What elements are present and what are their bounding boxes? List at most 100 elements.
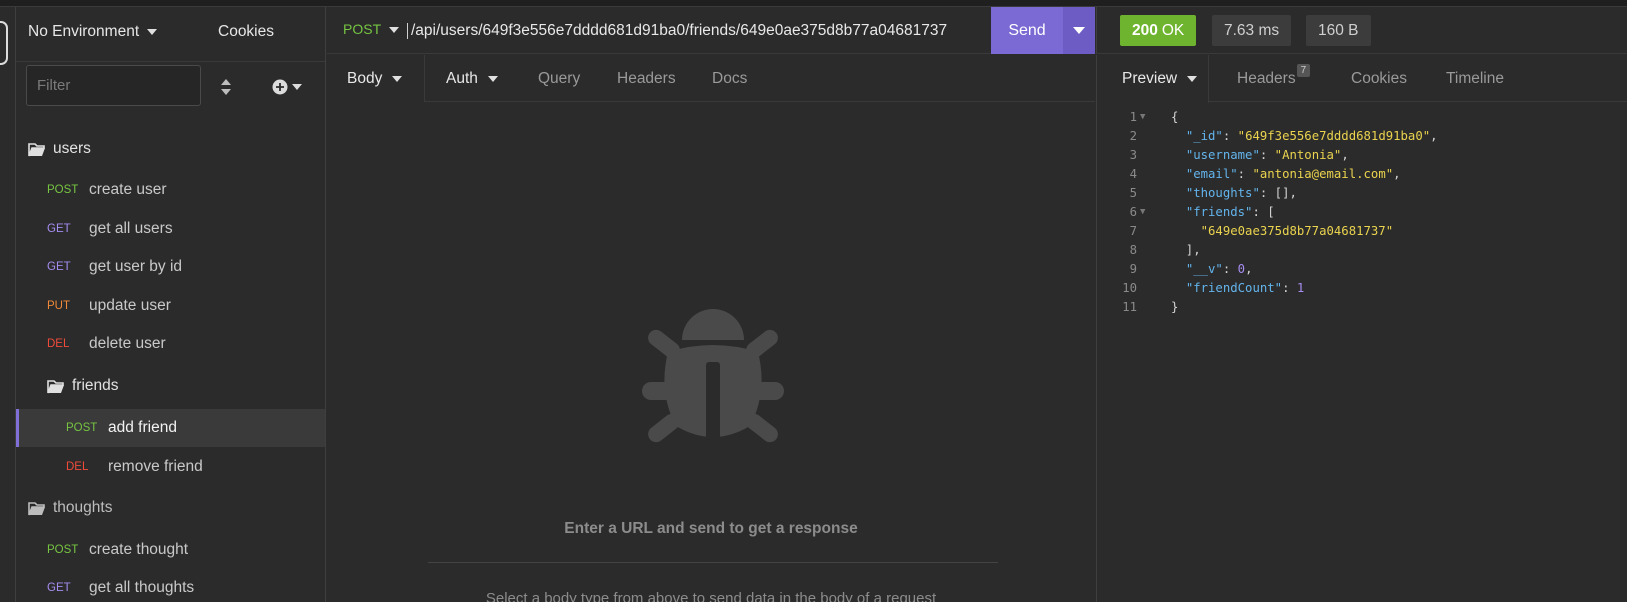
folder-friends[interactable]: friends (16, 367, 325, 405)
request-get-all-thoughts[interactable]: GET get all thoughts (16, 569, 325, 602)
chevron-down-icon (147, 28, 158, 35)
method-badge: DEL (66, 461, 89, 473)
method-badge: DEL (47, 338, 70, 350)
code-line: 3 "username": "Antonia", (1097, 148, 1627, 167)
tab-response-headers[interactable]: Headers 7 (1237, 55, 1311, 102)
filter-input[interactable] (26, 65, 201, 106)
empty-state-subtitle: Select a body type from above to send da… (485, 590, 937, 602)
window-top-border (0, 0, 1627, 7)
status-text: OK (1161, 21, 1185, 39)
add-dropdown-icon[interactable] (272, 78, 306, 96)
request-add-friend[interactable]: POST add friend (16, 409, 325, 447)
request-name: delete user (89, 335, 166, 352)
folder-thoughts[interactable]: thoughts (16, 489, 325, 527)
status-badge: 200 OK (1120, 15, 1197, 46)
line-number: 11 (1122, 300, 1137, 314)
request-remove-friend[interactable]: DEL remove friend (16, 448, 325, 486)
tab-headers[interactable]: Headers (617, 55, 676, 102)
json-value-username: Antonia (1282, 148, 1334, 162)
method-badge: GET (47, 261, 71, 273)
tab-timeline[interactable]: Timeline (1446, 55, 1504, 102)
tab-label: Auth (446, 69, 478, 87)
request-tabs: Body Auth Query Headers Docs (327, 55, 1095, 103)
folder-open-icon (28, 142, 45, 156)
code-line: 9 "__v": 0, (1097, 262, 1627, 281)
response-tabs: Preview Headers 7 Cookies Timeline (1096, 55, 1627, 103)
request-name: get user by id (89, 258, 183, 275)
method-badge: POST (66, 422, 98, 434)
folder-users[interactable]: users (16, 130, 325, 168)
folder-open-icon (28, 501, 45, 515)
line-number: 10 (1122, 281, 1137, 295)
bug-icon (642, 309, 784, 443)
json-value-id: 649f3e556e7dddd681d91ba0 (1245, 129, 1423, 143)
line-number: 5 (1129, 186, 1137, 200)
folder-label: friends (72, 377, 119, 394)
tab-label: Headers (1237, 69, 1296, 87)
send-options-button[interactable] (1063, 7, 1095, 54)
collapse-handle[interactable] (0, 21, 8, 65)
folder-label: users (53, 140, 91, 157)
request-name: get all users (89, 220, 173, 237)
line-number: 8 (1129, 243, 1137, 257)
code-line: 5 "thoughts": [], (1097, 186, 1627, 205)
sort-icon[interactable] (219, 77, 233, 97)
method-selector[interactable]: POST (343, 21, 400, 37)
json-value-friendcount: 1 (1296, 281, 1305, 295)
request-name: create thought (89, 541, 189, 558)
code-line: 2 "_id": "649f3e556e7dddd681d91ba0", (1097, 129, 1627, 148)
response-json-viewer[interactable]: 1 ▼{ 2 "_id": "649f3e556e7dddd681d91ba0",… (1096, 102, 1627, 602)
empty-state-title: Enter a URL and send to get a response (564, 520, 858, 537)
request-get-all-users[interactable]: GET get all users (16, 210, 325, 248)
code-line: 11} (1097, 300, 1627, 319)
tab-body[interactable]: Body (347, 55, 403, 102)
empty-state-divider (428, 562, 998, 563)
sidebar-divider (16, 61, 325, 62)
tab-preview[interactable]: Preview (1122, 55, 1198, 102)
method-badge: POST (47, 184, 79, 196)
tab-docs[interactable]: Docs (712, 55, 747, 102)
request-delete-user[interactable]: DEL delete user (16, 325, 325, 363)
request-update-user[interactable]: PUT update user (16, 287, 325, 325)
json-value-friend: 649e0ae375d8b77a04681737 (1208, 224, 1386, 238)
code-line: 8 ], (1097, 243, 1627, 262)
chevron-down-icon (392, 75, 403, 82)
tab-auth[interactable]: Auth (446, 55, 498, 102)
folder-label: thoughts (53, 499, 113, 516)
response-status-bar: 200 OK 7.63 ms 160 B (1096, 7, 1627, 54)
environment-selector[interactable]: No Environment (28, 23, 158, 41)
chevron-down-icon (487, 75, 498, 82)
environment-label: No Environment (28, 23, 140, 40)
size-badge: 160 B (1306, 15, 1371, 46)
code-line: 10 "friendCount": 1 (1097, 281, 1627, 300)
line-number: 6 (1129, 205, 1137, 219)
chevron-down-icon (1187, 75, 1198, 82)
send-button[interactable]: Send (991, 7, 1063, 54)
line-number: 2 (1129, 129, 1137, 143)
line-number: 1 (1129, 110, 1137, 124)
folder-open-icon (47, 379, 64, 393)
tab-query[interactable]: Query (538, 55, 580, 102)
method-badge: GET (47, 223, 71, 235)
url-input[interactable] (411, 17, 1011, 45)
code-line: 6 ▼ "friends": [ (1097, 205, 1627, 224)
tab-label: Preview (1122, 69, 1178, 87)
method-badge: POST (47, 544, 79, 556)
code-line: 4 "email": "antonia@email.com", (1097, 167, 1627, 186)
method-label: POST (343, 21, 382, 37)
tab-response-cookies[interactable]: Cookies (1351, 55, 1407, 102)
request-get-user-by-id[interactable]: GET get user by id (16, 248, 325, 286)
request-name: create user (89, 181, 167, 198)
code-line: 1 ▼{ (1097, 110, 1627, 129)
fold-arrow-icon[interactable]: ▼ (1140, 207, 1145, 217)
request-create-user[interactable]: POST create user (16, 171, 325, 209)
json-value-email: antonia@email.com (1259, 167, 1386, 181)
request-create-thought[interactable]: POST create thought (16, 531, 325, 569)
fold-arrow-icon[interactable]: ▼ (1140, 112, 1145, 122)
time-badge: 7.63 ms (1212, 15, 1292, 46)
sidebar: No Environment Cookies users POST create… (16, 7, 326, 602)
line-number: 9 (1129, 262, 1137, 276)
text-cursor (407, 23, 408, 39)
cookies-button[interactable]: Cookies (218, 23, 274, 41)
app-left-strip (0, 7, 16, 602)
